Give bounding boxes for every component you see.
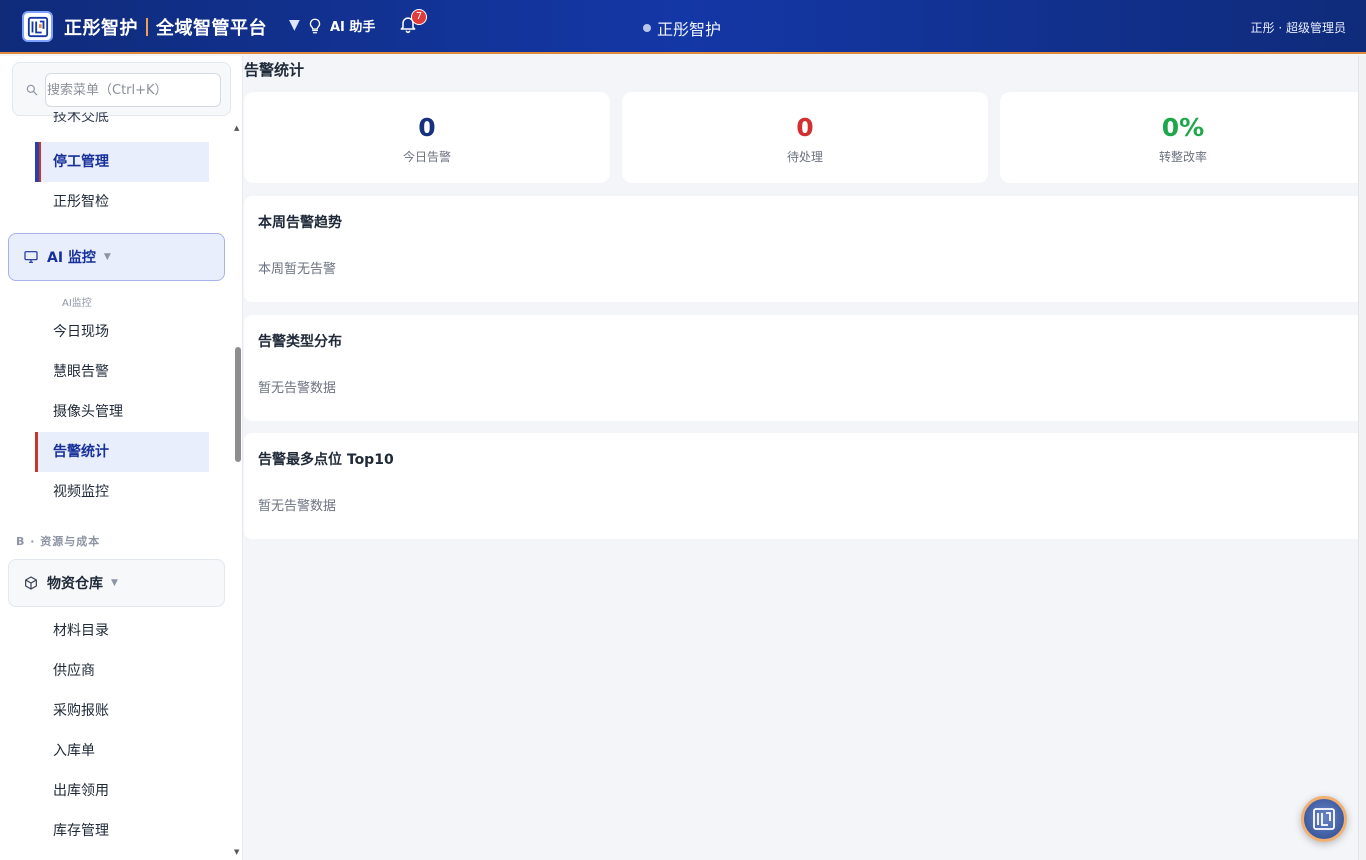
sidebar-scrollbar[interactable]: ▲ ▼ (233, 56, 242, 860)
sidebar-group-ai-monitor[interactable]: AI 监控 ▼ (8, 233, 225, 281)
sidebar-item-work-stoppage[interactable]: 停工管理 (35, 142, 209, 182)
page-title: 告警统计 (244, 61, 305, 79)
sidebar: 技术交底 停工管理 正彤智检 AI 监控 ▼ AI监控 今日现场 慧眼告警 摄像… (0, 56, 243, 860)
brand-title: 正彤智护 全域智管平台 (64, 14, 267, 40)
sidebar-item-video-monitor[interactable]: 视频监控 (35, 472, 209, 512)
stat-value: 0% (1161, 113, 1205, 142)
status-dot-icon (643, 24, 651, 32)
scrollbar-thumb[interactable] (235, 347, 241, 462)
platform-dropdown-icon[interactable]: ▼ (289, 17, 300, 33)
sidebar-item-smart-alerts[interactable]: 慧眼告警 (35, 352, 209, 392)
stat-label: 转整改率 (1158, 150, 1207, 164)
page-scrollbar[interactable] (1358, 56, 1366, 860)
panel-top10-locations: 告警最多点位 Top10 暂无告警数据 (244, 433, 1364, 539)
app-logo[interactable] (22, 11, 53, 42)
lightbulb-icon (309, 18, 321, 33)
materials-group-label: 物资仓库 (47, 576, 103, 592)
menu-search (12, 62, 231, 116)
ai-assistant-button[interactable]: AI 助手 (306, 16, 375, 35)
stat-value: 0 (796, 113, 814, 142)
center-title-text: 正彤智护 (657, 20, 722, 39)
sidebar-item-today-site[interactable]: 今日现场 (35, 312, 209, 352)
panel-title: 本周告警趋势 (258, 215, 342, 231)
sidebar-item-purchase-reimburse[interactable]: 采购报账 (35, 691, 209, 731)
logo-icon (27, 16, 48, 37)
menu-search-input[interactable] (45, 73, 221, 107)
chevron-down-icon: ▼ (103, 252, 111, 262)
brand-name: 正彤智护 (64, 18, 138, 39)
user-menu[interactable]: 正彤 · 超级管理员 (1251, 19, 1346, 36)
sidebar-item-tech-briefing[interactable]: 技术交底 (35, 112, 209, 132)
sidebar-item-inbound[interactable]: 入库单 (35, 731, 209, 771)
stat-value: 0 (418, 113, 436, 142)
brand-divider (146, 18, 148, 36)
stat-label: 今日告警 (402, 150, 451, 164)
monitor-icon (24, 251, 38, 263)
sidebar-item-alert-statistics[interactable]: 告警统计 (35, 432, 209, 472)
center-title: 正彤智护 (643, 16, 721, 40)
sidebar-item-suppliers[interactable]: 供应商 (35, 651, 209, 691)
notification-badge: 7 (411, 9, 427, 25)
sidebar-group-materials[interactable]: 物资仓库 ▼ (8, 559, 225, 607)
ai-assistant-label: AI 助手 (330, 20, 376, 35)
scroll-down-icon[interactable]: ▼ (234, 848, 239, 856)
stat-card-today-alerts: 0 今日告警 (244, 92, 610, 183)
sidebar-item-inventory[interactable]: 库存管理 (35, 811, 209, 851)
platform-name: 全域智管平台 (156, 18, 267, 39)
empty-state-text: 暂无告警数据 (258, 381, 337, 396)
panel-type-distribution: 告警类型分布 暂无告警数据 (244, 315, 1364, 421)
assistant-logo-icon (1313, 808, 1335, 830)
section-label-resources: B · 资源与成本 (16, 535, 101, 548)
panel-title: 告警类型分布 (258, 334, 342, 350)
main-content: 告警统计 0 今日告警 0 待处理 0% 转整改率 本周告警趋势 本周暂无告警 … (244, 56, 1366, 860)
sidebar-item-camera-management[interactable]: 摄像头管理 (35, 392, 209, 432)
stat-card-rectify-rate: 0% 转整改率 (1000, 92, 1366, 183)
sidebar-item-outbound[interactable]: 出库领用 (35, 771, 209, 811)
top-header: 正彤智护 全域智管平台 ▼ AI 助手 7 正彤智护 正彤 · 超级管理员 (0, 0, 1366, 54)
box-icon (25, 576, 37, 590)
search-icon (26, 84, 38, 96)
stat-label: 待处理 (786, 150, 823, 164)
chevron-down-icon: ▼ (111, 578, 118, 588)
panel-weekly-trend: 本周告警趋势 本周暂无告警 (244, 196, 1364, 302)
ai-group-label: AI 监控 (47, 250, 96, 266)
empty-state-text: 本周暂无告警 (258, 262, 337, 277)
sidebar-item-material-catalog[interactable]: 材料目录 (35, 611, 209, 651)
panel-title: 告警最多点位 Top10 (258, 452, 394, 468)
floating-assistant-button[interactable] (1301, 796, 1347, 842)
scroll-up-icon[interactable]: ▲ (234, 124, 239, 132)
stat-card-pending: 0 待处理 (622, 92, 988, 183)
empty-state-text: 暂无告警数据 (258, 499, 337, 514)
ai-subheading: AI监控 (62, 298, 92, 309)
sidebar-item-smart-inspection[interactable]: 正彤智检 (35, 182, 209, 222)
